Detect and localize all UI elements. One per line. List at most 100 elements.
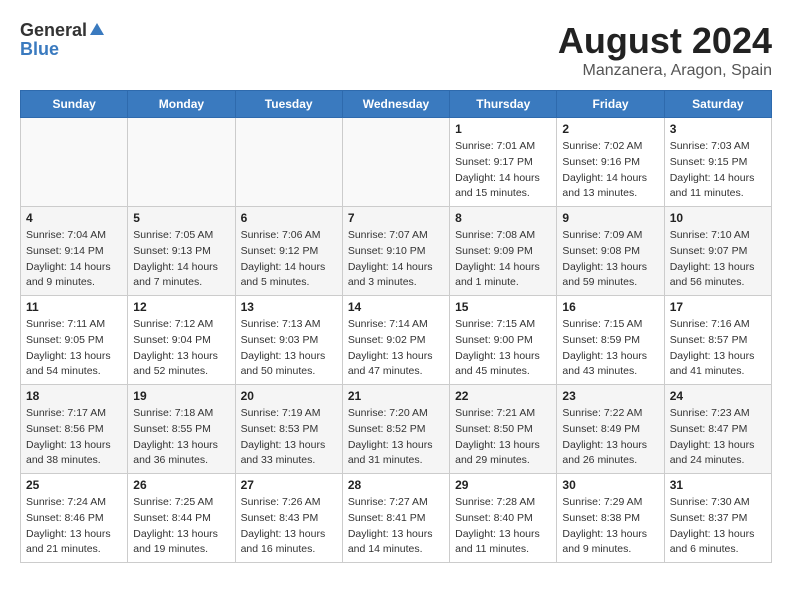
col-monday: Monday [128,91,235,118]
day-number: 7 [348,211,444,225]
day-info: Sunrise: 7:15 AMSunset: 8:59 PMDaylight:… [562,317,658,380]
day-info: Sunrise: 7:28 AMSunset: 8:40 PMDaylight:… [455,495,551,558]
table-row: 16 Sunrise: 7:15 AMSunset: 8:59 PMDayligh… [557,296,664,385]
table-row [235,118,342,207]
logo-blue-text: Blue [20,39,59,60]
col-saturday: Saturday [664,91,771,118]
calendar-week-5: 25 Sunrise: 7:24 AMSunset: 8:46 PMDayligh… [21,474,772,563]
table-row: 12 Sunrise: 7:12 AMSunset: 9:04 PMDayligh… [128,296,235,385]
table-row [128,118,235,207]
day-info: Sunrise: 7:27 AMSunset: 8:41 PMDaylight:… [348,495,444,558]
day-info: Sunrise: 7:12 AMSunset: 9:04 PMDaylight:… [133,317,229,380]
table-row: 4Sunrise: 7:04 AMSunset: 9:14 PMDaylight… [21,207,128,296]
col-wednesday: Wednesday [342,91,449,118]
day-info: Sunrise: 7:01 AMSunset: 9:17 PMDaylight:… [455,139,551,202]
table-row: 5Sunrise: 7:05 AMSunset: 9:13 PMDaylight… [128,207,235,296]
header: General Blue August 2024 Manzanera, Arag… [20,20,772,80]
day-info: Sunrise: 7:11 AMSunset: 9:05 PMDaylight:… [26,317,122,380]
day-number: 17 [670,300,766,314]
day-number: 30 [562,478,658,492]
table-row: 19Sunrise: 7:18 AMSunset: 8:55 PMDayligh… [128,385,235,474]
table-row: 8 Sunrise: 7:08 AMSunset: 9:09 PMDaylight… [450,207,557,296]
day-info: Sunrise: 7:25 AMSunset: 8:44 PMDaylight:… [133,495,229,558]
day-number: 24 [670,389,766,403]
day-info: Sunrise: 7:08 AMSunset: 9:09 PMDaylight:… [455,228,551,291]
day-number: 2 [562,122,658,136]
table-row: 2 Sunrise: 7:02 AMSunset: 9:16 PMDaylight… [557,118,664,207]
day-number: 21 [348,389,444,403]
table-row: 31 Sunrise: 7:30 AMSunset: 8:37 PMDayligh… [664,474,771,563]
table-row [21,118,128,207]
day-number: 10 [670,211,766,225]
day-number: 13 [241,300,337,314]
day-number: 25 [26,478,122,492]
col-tuesday: Tuesday [235,91,342,118]
day-number: 23 [562,389,658,403]
logo-general-text: General [20,20,87,41]
day-number: 20 [241,389,337,403]
calendar-week-1: 1 Sunrise: 7:01 AMSunset: 9:17 PMDaylight… [21,118,772,207]
table-row: 7 Sunrise: 7:07 AMSunset: 9:10 PMDaylight… [342,207,449,296]
calendar-week-2: 4Sunrise: 7:04 AMSunset: 9:14 PMDaylight… [21,207,772,296]
day-info: Sunrise: 7:21 AMSunset: 8:50 PMDaylight:… [455,406,551,469]
day-number: 19 [133,389,229,403]
table-row: 25 Sunrise: 7:24 AMSunset: 8:46 PMDayligh… [21,474,128,563]
table-row: 1 Sunrise: 7:01 AMSunset: 9:17 PMDaylight… [450,118,557,207]
day-number: 5 [133,211,229,225]
day-info: Sunrise: 7:20 AMSunset: 8:52 PMDaylight:… [348,406,444,469]
col-friday: Friday [557,91,664,118]
day-number: 27 [241,478,337,492]
day-info: Sunrise: 7:23 AMSunset: 8:47 PMDaylight:… [670,406,766,469]
table-row: 6 Sunrise: 7:06 AMSunset: 9:12 PMDaylight… [235,207,342,296]
day-number: 18 [26,389,122,403]
day-info: Sunrise: 7:26 AMSunset: 8:43 PMDaylight:… [241,495,337,558]
table-row: 9 Sunrise: 7:09 AMSunset: 9:08 PMDaylight… [557,207,664,296]
day-number: 26 [133,478,229,492]
day-number: 14 [348,300,444,314]
table-row: 24 Sunrise: 7:23 AMSunset: 8:47 PMDayligh… [664,385,771,474]
day-number: 22 [455,389,551,403]
day-info: Sunrise: 7:03 AMSunset: 9:15 PMDaylight:… [670,139,766,202]
day-number: 15 [455,300,551,314]
table-row: 21 Sunrise: 7:20 AMSunset: 8:52 PMDayligh… [342,385,449,474]
day-info: Sunrise: 7:29 AMSunset: 8:38 PMDaylight:… [562,495,658,558]
table-row: 30 Sunrise: 7:29 AMSunset: 8:38 PMDayligh… [557,474,664,563]
table-row: 26 Sunrise: 7:25 AMSunset: 8:44 PMDayligh… [128,474,235,563]
col-thursday: Thursday [450,91,557,118]
day-number: 4 [26,211,122,225]
day-info: Sunrise: 7:02 AMSunset: 9:16 PMDaylight:… [562,139,658,202]
table-row: 14Sunrise: 7:14 AMSunset: 9:02 PMDayligh… [342,296,449,385]
day-info: Sunrise: 7:13 AMSunset: 9:03 PMDaylight:… [241,317,337,380]
table-row: 20Sunrise: 7:19 AMSunset: 8:53 PMDayligh… [235,385,342,474]
day-info: Sunrise: 7:06 AMSunset: 9:12 PMDaylight:… [241,228,337,291]
day-info: Sunrise: 7:17 AMSunset: 8:56 PMDaylight:… [26,406,122,469]
day-number: 16 [562,300,658,314]
table-row: 27 Sunrise: 7:26 AMSunset: 8:43 PMDayligh… [235,474,342,563]
day-number: 9 [562,211,658,225]
day-info: Sunrise: 7:15 AMSunset: 9:00 PMDaylight:… [455,317,551,380]
day-info: Sunrise: 7:30 AMSunset: 8:37 PMDaylight:… [670,495,766,558]
day-number: 1 [455,122,551,136]
day-number: 6 [241,211,337,225]
day-number: 31 [670,478,766,492]
day-info: Sunrise: 7:09 AMSunset: 9:08 PMDaylight:… [562,228,658,291]
table-row: 18 Sunrise: 7:17 AMSunset: 8:56 PMDayligh… [21,385,128,474]
day-number: 8 [455,211,551,225]
day-number: 29 [455,478,551,492]
table-row: 15 Sunrise: 7:15 AMSunset: 9:00 PMDayligh… [450,296,557,385]
day-info: Sunrise: 7:24 AMSunset: 8:46 PMDaylight:… [26,495,122,558]
day-number: 3 [670,122,766,136]
calendar-table: Sunday Monday Tuesday Wednesday Thursday… [20,90,772,563]
title-area: August 2024 Manzanera, Aragon, Spain [558,20,772,80]
calendar-week-4: 18 Sunrise: 7:17 AMSunset: 8:56 PMDayligh… [21,385,772,474]
table-row: 13 Sunrise: 7:13 AMSunset: 9:03 PMDayligh… [235,296,342,385]
day-info: Sunrise: 7:07 AMSunset: 9:10 PMDaylight:… [348,228,444,291]
day-number: 11 [26,300,122,314]
location-subtitle: Manzanera, Aragon, Spain [558,62,772,80]
table-row: 3 Sunrise: 7:03 AMSunset: 9:15 PMDaylight… [664,118,771,207]
day-info: Sunrise: 7:16 AMSunset: 8:57 PMDaylight:… [670,317,766,380]
day-info: Sunrise: 7:10 AMSunset: 9:07 PMDaylight:… [670,228,766,291]
day-info: Sunrise: 7:22 AMSunset: 8:49 PMDaylight:… [562,406,658,469]
day-number: 12 [133,300,229,314]
logo: General Blue [20,20,104,60]
